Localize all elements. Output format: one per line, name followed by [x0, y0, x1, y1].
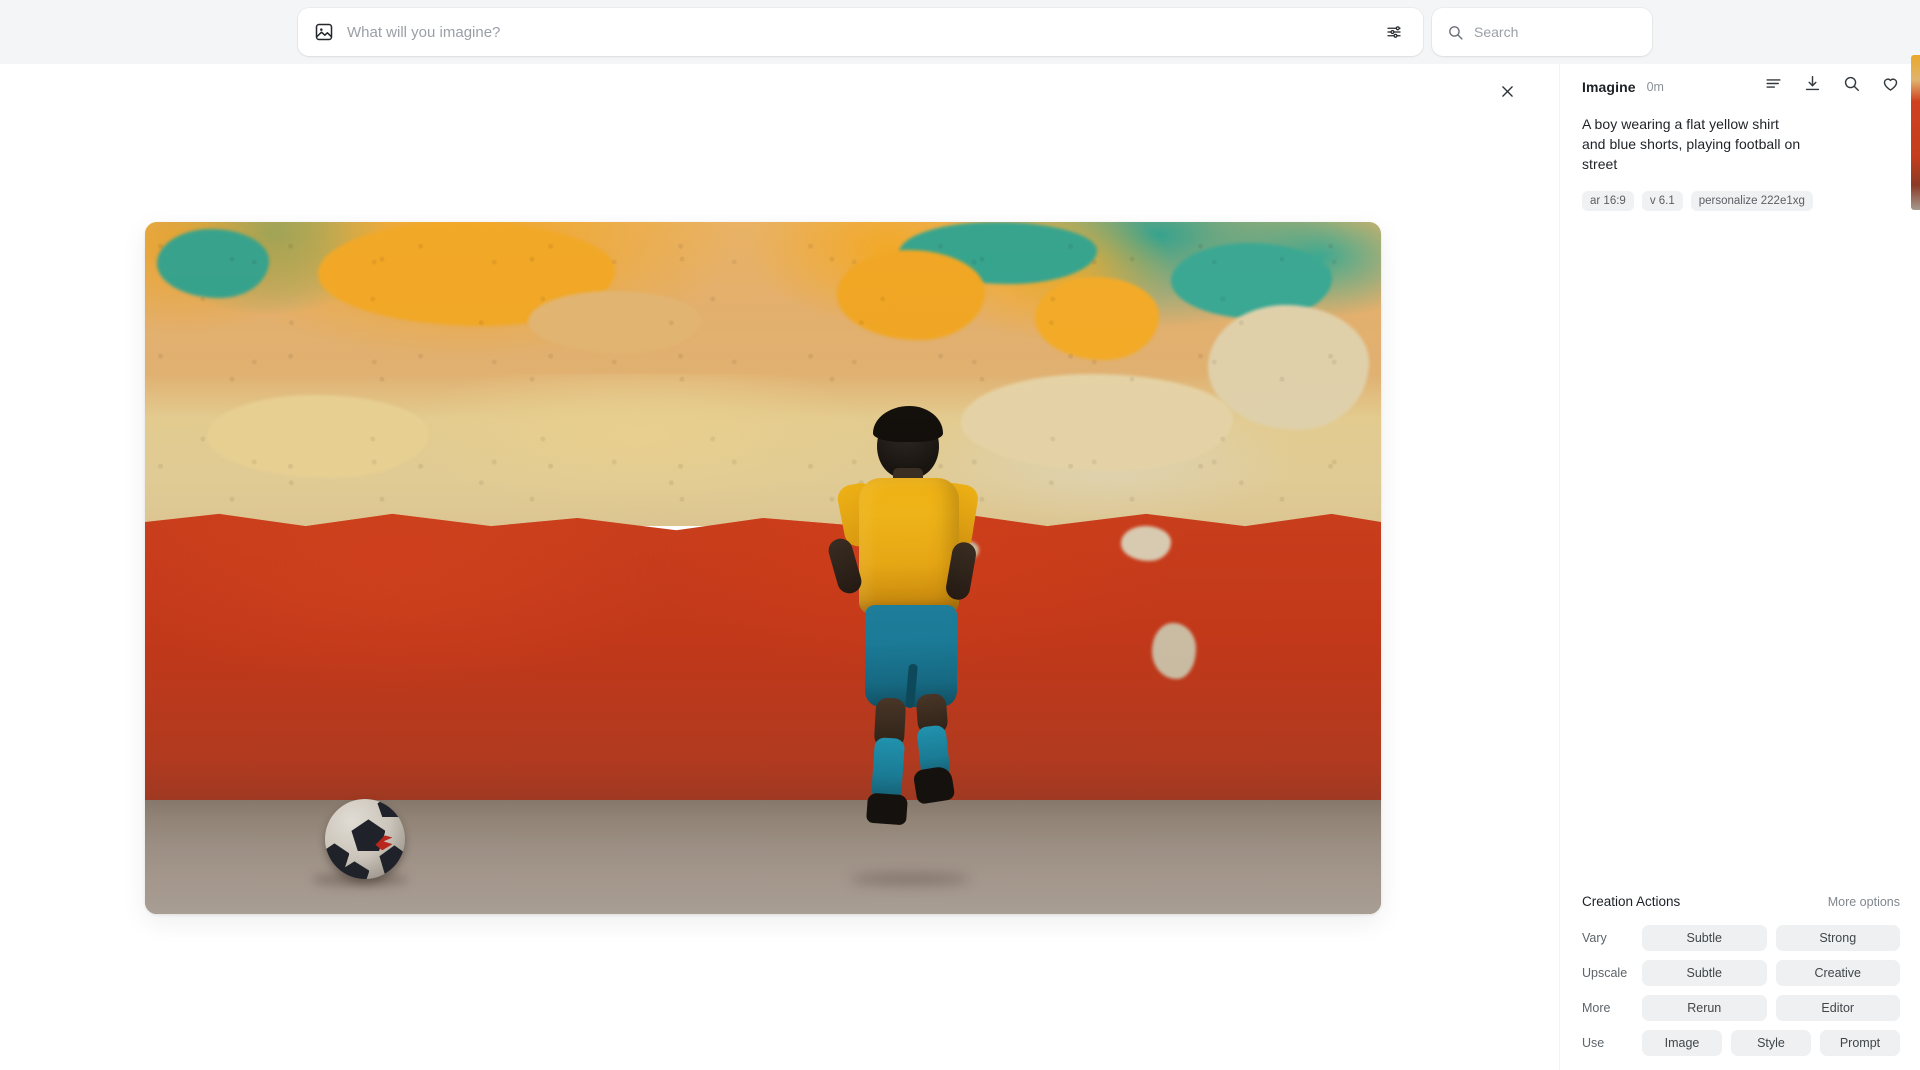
vary-strong-button[interactable]: Strong [1775, 925, 1900, 951]
panel-prompt-text: A boy wearing a flat yellow shirt and bl… [1582, 116, 1801, 172]
boy-yellow-shirt [858, 478, 959, 615]
boy-hair [872, 406, 943, 443]
search-input[interactable] [1474, 8, 1655, 56]
boy-shoe-right [912, 765, 956, 806]
use-style-button[interactable]: Style [1731, 1030, 1811, 1056]
boy-figure [825, 406, 991, 896]
panel-title: Imagine [1582, 79, 1636, 95]
search-zoom-icon[interactable] [1842, 74, 1861, 93]
row-label: Upscale [1582, 966, 1628, 980]
upscale-subtle-button[interactable]: Subtle [1642, 960, 1767, 986]
edge-thumbnail-strip[interactable] [1911, 55, 1920, 210]
download-icon[interactable] [1803, 74, 1822, 93]
more-editor-button[interactable]: Editor [1775, 995, 1900, 1021]
prompt-input[interactable] [347, 8, 1377, 56]
image-scene [145, 222, 1381, 914]
prompt-bar[interactable] [298, 8, 1423, 56]
row-label: More [1582, 1001, 1611, 1015]
more-options-link[interactable]: More options [1828, 895, 1900, 909]
upscale-creative-button[interactable]: Creative [1775, 960, 1900, 986]
use-image-button[interactable]: Image [1642, 1030, 1722, 1056]
heart-icon[interactable] [1881, 74, 1900, 93]
panel-age: 0m [1646, 80, 1664, 94]
tag-version[interactable]: v 6.1 [1641, 190, 1683, 211]
creation-actions-section: Creation Actions More options Vary Subtl… [1560, 894, 1920, 1056]
wall-chip [1152, 623, 1196, 679]
panel-tag-row: ar 16:9 v 6.1 personalize 222e1xg [1582, 190, 1900, 211]
tag-aspect-ratio[interactable]: ar 16:9 [1582, 190, 1634, 211]
row-label: Vary [1582, 931, 1607, 945]
creation-action-row-vary: Vary Subtle Strong [1582, 925, 1900, 951]
football [325, 799, 406, 880]
generated-image[interactable] [145, 222, 1381, 914]
boy-shoe-left [865, 792, 908, 826]
vary-subtle-button[interactable]: Subtle [1642, 925, 1767, 951]
panel-header: Imagine 0m A boy wearing a flat yellow s… [1560, 64, 1920, 211]
more-rerun-button[interactable]: Rerun [1642, 995, 1767, 1021]
creation-action-row-more: More Rerun Editor [1582, 995, 1900, 1021]
sliders-icon[interactable] [1377, 15, 1411, 49]
creation-detail-panel: Imagine 0m A boy wearing a flat yellow s… [1560, 64, 1920, 1070]
search-icon [1447, 24, 1464, 41]
list-lines-icon[interactable] [1764, 74, 1783, 93]
row-label: Use [1582, 1036, 1605, 1050]
creation-actions-title: Creation Actions [1582, 894, 1681, 909]
panel-header-actions [1764, 74, 1900, 93]
creation-action-row-use: Use Image Style Prompt [1582, 1030, 1900, 1056]
creation-action-row-upscale: Upscale Subtle Creative [1582, 960, 1900, 986]
image-icon[interactable] [314, 22, 334, 42]
boy-sock-left [870, 737, 906, 802]
creation-actions-header: Creation Actions More options [1582, 894, 1900, 909]
tag-personalize[interactable]: personalize 222e1xg [1690, 190, 1813, 211]
search-box[interactable] [1432, 8, 1655, 56]
top-bar [0, 0, 1920, 64]
use-prompt-button[interactable]: Prompt [1820, 1030, 1900, 1056]
wall-chip [1121, 526, 1171, 562]
close-icon[interactable] [1492, 76, 1522, 106]
